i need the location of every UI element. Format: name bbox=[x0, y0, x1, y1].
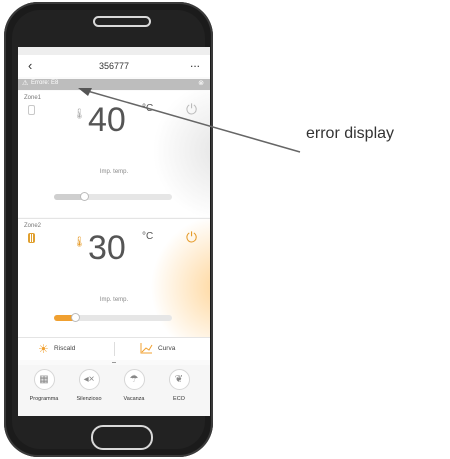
annotation-label: error display bbox=[306, 125, 395, 142]
annotation-arrow bbox=[78, 88, 301, 153]
